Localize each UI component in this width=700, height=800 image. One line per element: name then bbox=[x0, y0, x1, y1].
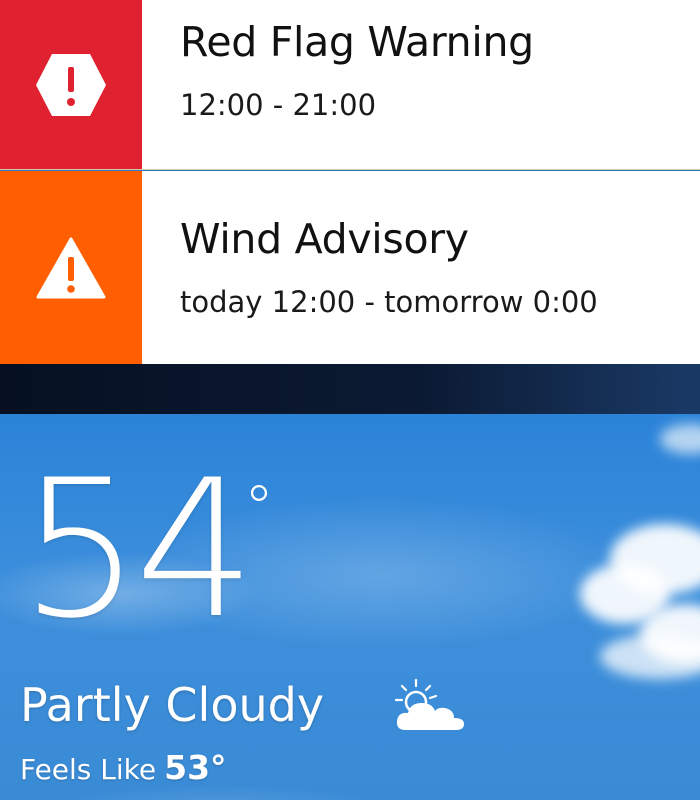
current-condition: Partly Cloudy bbox=[20, 678, 325, 732]
alert-red-flag-warning[interactable]: Red Flag Warning 12:00 - 21:00 bbox=[0, 0, 700, 170]
alert-title: Red Flag Warning bbox=[180, 18, 534, 66]
cloud-decoration bbox=[660, 424, 700, 454]
alert-text: Red Flag Warning 12:00 - 21:00 bbox=[142, 0, 700, 169]
alert-severity-block bbox=[0, 171, 142, 364]
alert-title: Wind Advisory bbox=[180, 215, 469, 263]
cloud-decoration bbox=[600, 634, 700, 679]
partly-cloudy-icon bbox=[392, 676, 468, 740]
alert-text: Wind Advisory today 12:00 - tomorrow 0:0… bbox=[142, 171, 700, 364]
alert-time: 12:00 - 21:00 bbox=[180, 88, 377, 122]
hexagon-exclamation-icon bbox=[36, 53, 106, 116]
feels-like-label: Feels Like bbox=[20, 753, 157, 786]
header-divider-band bbox=[0, 364, 700, 414]
feels-like: Feels Like 53° bbox=[20, 748, 227, 787]
current-temperature: 54 bbox=[20, 439, 256, 660]
triangle-warning-icon bbox=[36, 237, 106, 298]
feels-like-value: 53° bbox=[164, 748, 227, 787]
alert-time: today 12:00 - tomorrow 0:00 bbox=[180, 285, 598, 319]
alert-wind-advisory[interactable]: Wind Advisory today 12:00 - tomorrow 0:0… bbox=[0, 171, 700, 364]
alert-severity-block bbox=[0, 0, 142, 169]
temperature-degree-symbol: ° bbox=[244, 473, 274, 543]
